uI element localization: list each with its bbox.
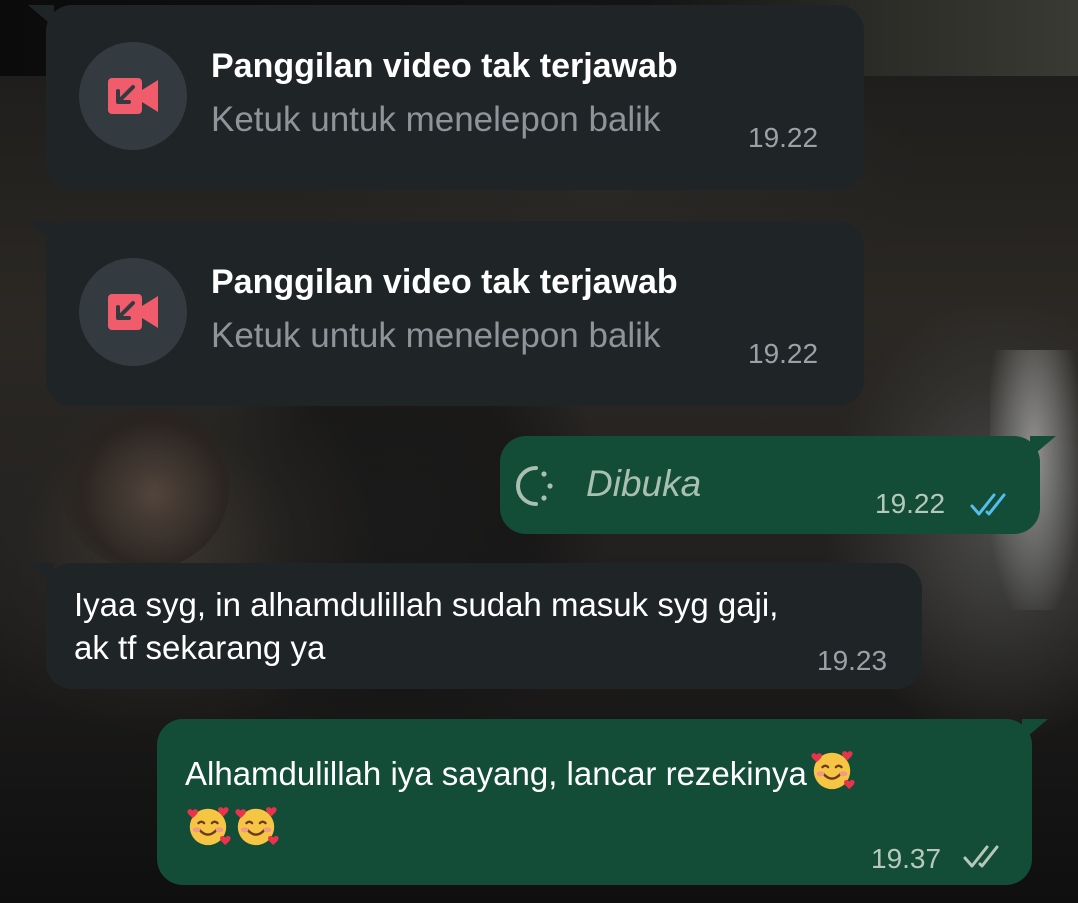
message-text-line: Iyaa syg, in alhamdulillah sudah masuk s… (74, 586, 779, 623)
outgoing-message-bubble[interactable]: Alhamdulillah iya sayang, lancar rezekin… (157, 719, 1032, 885)
emoji-line (185, 803, 279, 852)
message-time: 19.23 (817, 645, 888, 676)
delivered-receipt-icon (963, 845, 999, 868)
smiling-face-with-hearts-emoji (235, 807, 279, 846)
view-once-icon (516, 466, 553, 506)
wallpaper-photo-left (60, 400, 230, 570)
message-text: Alhamdulillah iya sayang, lancar rezekin… (185, 755, 807, 792)
smiling-face-with-hearts-emoji (811, 751, 855, 790)
missed-video-call-icon (79, 258, 187, 366)
message-text-line: ak tf sekarang ya (74, 629, 326, 666)
message-time: 19.22 (875, 488, 946, 519)
call-subtitle: Ketuk untuk menelepon balik (211, 316, 661, 355)
missed-video-call-icon (79, 42, 187, 150)
message-text-line: Alhamdulillah iya sayang, lancar rezekin… (185, 747, 855, 796)
smiling-face-with-hearts-emoji (187, 807, 231, 846)
incoming-message-bubble[interactable]: Iyaa syg, in alhamdulillah sudah masuk s… (46, 563, 922, 689)
call-subtitle: Ketuk untuk menelepon balik (211, 100, 661, 139)
call-title: Panggilan video tak terjawab (211, 47, 678, 85)
message-time: 19.22 (748, 122, 819, 153)
missed-call-bubble[interactable]: Panggilan video tak terjawab Ketuk untuk… (46, 5, 864, 190)
missed-call-bubble[interactable]: Panggilan video tak terjawab Ketuk untuk… (46, 221, 864, 406)
call-title: Panggilan video tak terjawab (211, 263, 678, 301)
view-once-bubble[interactable]: Dibuka 19.22 (500, 436, 1040, 534)
read-receipt-icon (970, 493, 1006, 516)
message-time: 19.37 (871, 843, 942, 874)
message-time: 19.22 (748, 338, 819, 369)
view-once-status: Dibuka (586, 463, 702, 504)
